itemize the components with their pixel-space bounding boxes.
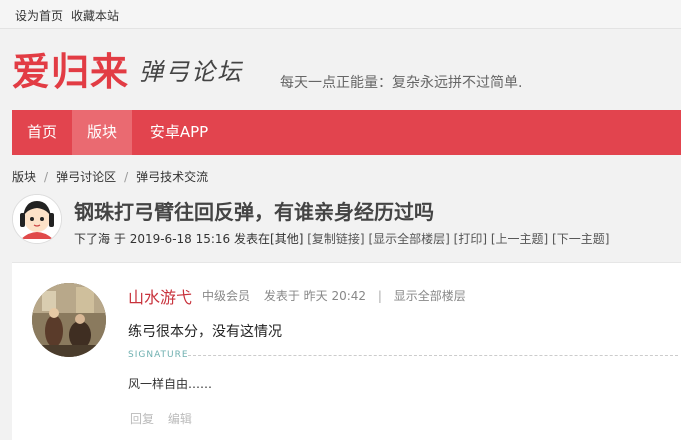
main-nav: 首页 版块 安卓APP <box>12 110 681 155</box>
breadcrumb: 版块 / 弹弓讨论区 / 弹弓技术交流 <box>12 168 208 185</box>
thread-author-link[interactable]: 下了海 <box>74 232 110 246</box>
signature-label: SIGNATURE <box>128 350 189 360</box>
thread-title: 钢珠打弓臂往回反弹，有谁亲身经历过吗 <box>74 200 434 224</box>
signature-divider <box>188 355 678 356</box>
show-all-floors-link-post[interactable]: 显示全部楼层 <box>394 289 466 303</box>
reply-button[interactable]: 回复 <box>130 412 154 426</box>
posted-prefix: 于 <box>113 232 126 246</box>
reply-author-name[interactable]: 山水游弋 <box>128 284 192 308</box>
set-home-link[interactable]: 设为首页 <box>15 7 63 24</box>
painting-avatar-icon <box>32 283 106 357</box>
next-thread-link[interactable]: [下一主题] <box>552 232 609 246</box>
reply-posted-time: 发表于 昨天 20:42 <box>263 289 367 303</box>
previous-thread-link[interactable]: [上一主题] <box>491 232 548 246</box>
posted-in-label: 发表在 <box>234 232 271 246</box>
breadcrumb-slingshot-discussion[interactable]: 弹弓讨论区 <box>56 170 116 184</box>
breadcrumb-slingshot-tech[interactable]: 弹弓技术交流 <box>136 170 208 184</box>
thread-author-avatar[interactable] <box>12 194 62 244</box>
logo-main-text: 爱归来 <box>12 50 130 94</box>
thread-meta: 下了海 于 2019-6-18 15:16 发表在[其他] [复制链接] [显示… <box>74 230 609 247</box>
top-bar: 设为首页 收藏本站 <box>0 0 681 29</box>
copy-link-button[interactable]: [复制链接] <box>307 232 364 246</box>
post-actions: 回复 编辑 <box>130 410 202 427</box>
member-level: 中级会员 <box>202 289 251 303</box>
reply-post: 山水游弋 中级会员 发表于 昨天 20:42 | 显示全部楼层 练弓很本分，没有… <box>12 262 681 440</box>
breadcrumb-forums[interactable]: 版块 <box>12 170 36 184</box>
nav-item-home[interactable]: 首页 <box>12 110 72 155</box>
meta-separator: | <box>377 289 382 303</box>
reply-author-avatar[interactable] <box>32 283 106 357</box>
show-all-floors-link[interactable]: [显示全部楼层] <box>368 232 449 246</box>
site-logo[interactable]: 爱归来 弹弓论坛 <box>12 52 243 92</box>
signature-text: 风一样自由…… <box>128 377 213 391</box>
reply-body: 练弓很本分，没有这情况 <box>128 324 282 340</box>
nav-item-forums[interactable]: 版块 <box>72 110 132 155</box>
nav-item-android-app[interactable]: 安卓APP <box>138 110 220 155</box>
thread-forum-link[interactable]: [其他] <box>270 232 303 246</box>
cartoon-girl-icon <box>13 195 61 243</box>
print-link[interactable]: [打印] <box>454 232 487 246</box>
reply-meta: 中级会员 发表于 昨天 20:42 | 显示全部楼层 <box>202 287 466 304</box>
edit-button[interactable]: 编辑 <box>168 412 192 426</box>
bookmark-link[interactable]: 收藏本站 <box>71 7 119 24</box>
thread-date: 2019-6-18 15:16 <box>129 232 231 246</box>
site-slogan: 每天一点正能量：复杂永远拼不过简单. <box>280 75 523 91</box>
breadcrumb-separator: / <box>44 170 49 184</box>
logo-sub-text: 弹弓论坛 <box>139 58 244 86</box>
breadcrumb-separator: / <box>124 170 129 184</box>
